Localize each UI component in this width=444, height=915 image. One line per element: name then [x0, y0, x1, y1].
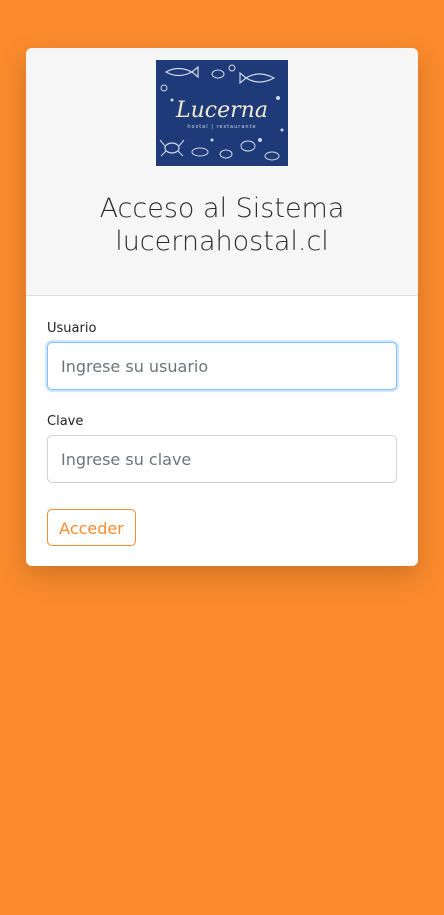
page-subtitle: lucernahostal.cl — [115, 226, 329, 257]
card-header: Lucerna hostal | restaurante Acceso al S… — [26, 48, 418, 296]
clave-input[interactable]: Ingrese su clave — [47, 435, 397, 483]
page-title: Acceso al Sistema — [99, 193, 345, 224]
acceder-button[interactable]: Acceder — [47, 509, 136, 546]
login-card: Lucerna hostal | restaurante Acceso al S… — [26, 48, 418, 566]
usuario-input[interactable]: Ingrese su usuario — [47, 342, 397, 390]
usuario-label: Usuario — [47, 321, 97, 336]
clave-label: Clave — [47, 414, 84, 429]
logo-wordmark: Lucerna — [176, 98, 268, 123]
login-page: { "brand": { "logo_text": "Lucerna", "lo… — [0, 0, 444, 915]
logo-tagline: hostal | restaurante — [187, 124, 257, 130]
lucerna-logo: Lucerna hostal | restaurante — [156, 60, 288, 166]
